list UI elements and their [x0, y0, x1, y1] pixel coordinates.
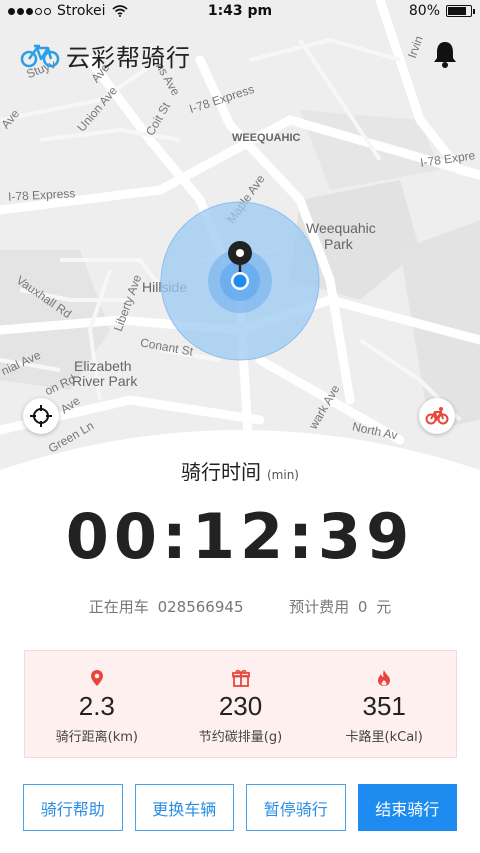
stat-calories: 351 卡路里(kCal): [312, 651, 456, 757]
ride-timer: 00:12:39: [65, 500, 415, 573]
estimated-fee-value: 0: [357, 598, 368, 616]
map-label: River Park: [72, 373, 138, 389]
current-location-marker: [160, 201, 320, 361]
app-title: 云彩帮骑行: [66, 44, 191, 72]
ride-time-label: 骑行时间: [181, 460, 261, 484]
estimated-fee-unit: 元: [376, 598, 392, 616]
bike-icon: [425, 407, 449, 425]
stat-label: 骑行距离(km): [55, 730, 138, 745]
battery-icon: [446, 5, 475, 17]
stat-label: 节约碳排量(g): [198, 730, 283, 745]
stat-label: 卡路里(kCal): [345, 730, 423, 745]
bicycle-icon: [20, 44, 60, 67]
estimated-fee-label: 预计费用: [289, 598, 350, 616]
stat-carbon: 230 节约碳排量(g): [169, 651, 313, 757]
locate-button[interactable]: [23, 398, 59, 434]
stat-value: 351: [362, 691, 406, 721]
nearby-bikes-button[interactable]: [419, 398, 455, 434]
change-bike-button[interactable]: 更换车辆: [134, 784, 234, 831]
stat-value: 2.3: [78, 691, 115, 721]
end-ride-button[interactable]: 结束骑行: [357, 784, 457, 831]
flame-icon: [378, 670, 391, 686]
map-label: Park: [324, 236, 353, 252]
ride-help-button[interactable]: 骑行帮助: [23, 784, 123, 831]
gift-box-icon: [231, 669, 250, 687]
battery-percent: 80%: [408, 3, 440, 19]
app-header: 云彩帮骑行: [0, 28, 480, 84]
bike-in-use-label: 正在用车: [88, 598, 149, 616]
bell-icon[interactable]: [432, 40, 458, 68]
location-pin-icon: [90, 670, 103, 686]
ride-stats: 2.3 骑行距离(km) 230 节约碳排量(g) 351 卡路里(kCal): [24, 650, 457, 758]
app-logo: 云彩帮骑行: [20, 38, 191, 73]
map-label: Elizabeth: [74, 358, 132, 374]
bike-number: 028566945: [157, 598, 244, 616]
stat-value: 230: [218, 691, 263, 721]
status-bar: Strokei 1:43 pm 80%: [0, 0, 480, 24]
action-bar: 骑行帮助 更换车辆 暂停骑行 结束骑行: [23, 784, 457, 831]
ride-time-heading: 骑行时间 (min): [0, 456, 480, 485]
ride-info: 正在用车 028566945 预计费用 0 元: [0, 596, 480, 617]
map-label: WEEQUAHIC: [232, 132, 301, 144]
stat-distance: 2.3 骑行距离(km): [25, 651, 169, 757]
ride-time-unit: (min): [267, 468, 299, 482]
pause-ride-button[interactable]: 暂停骑行: [246, 784, 346, 831]
crosshair-icon: [30, 405, 52, 427]
